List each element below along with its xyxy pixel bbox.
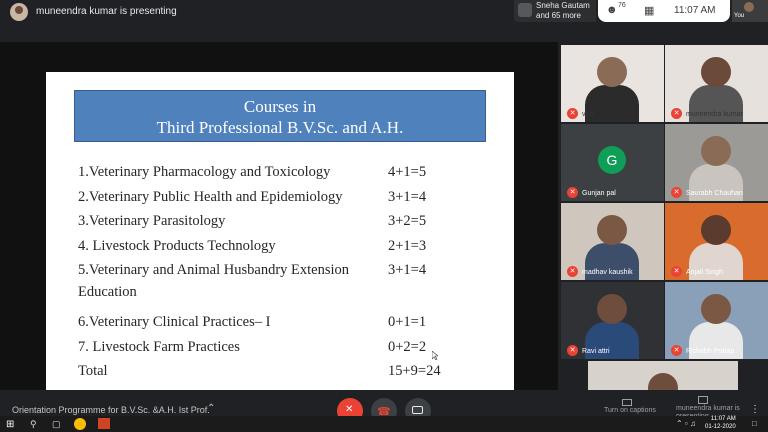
people-count-badge: 76 (618, 2, 626, 9)
participants-chip[interactable]: Sneha Gautam and 65 more (514, 0, 596, 22)
mic-off-icon: ✕ (567, 187, 578, 198)
course-label: 4. Livestock Products Technology (78, 238, 276, 254)
mic-off-icon: ✕ (567, 108, 578, 119)
participant-tile[interactable]: ✕ Anjali Singh (665, 203, 768, 280)
participant-name: Ravi attri (582, 348, 610, 355)
self-label: You (734, 13, 745, 19)
presenter-avatar (10, 3, 28, 21)
participants-more: and 65 more (536, 11, 581, 20)
course-label: 2.Veterinary Public Health and Epidemiol… (78, 189, 343, 205)
participant-head (701, 136, 731, 166)
notifications-icon[interactable]: □ (752, 419, 757, 428)
slide-title-line1: Courses in (243, 97, 317, 116)
course-credits: 0+1=1 (388, 314, 427, 330)
participant-tile[interactable]: ✕ muneendra kumar (665, 45, 768, 122)
chrome-icon[interactable] (74, 418, 86, 430)
camera-icon (412, 406, 423, 414)
mic-off-icon: ✕ (671, 266, 682, 277)
presenting-status-text: muneendra kumar is presenting (36, 6, 177, 17)
clock-time: 11:07 AM (710, 416, 736, 422)
participant-head (597, 294, 627, 324)
clock-date: 01-12-2020 (705, 424, 736, 430)
participant-head (597, 215, 627, 245)
mic-off-icon: ✕ (567, 266, 578, 277)
participant-name: Rishabh Pratap (686, 348, 735, 355)
course-credits: 4+1=5 (388, 164, 427, 180)
mic-off-icon: ✕ (345, 404, 354, 415)
more-options-icon[interactable]: ⋮ (750, 404, 760, 415)
course-credits: 2+1=3 (388, 238, 427, 254)
total-label: Total (78, 363, 108, 379)
course-credits: 3+2=5 (388, 213, 427, 229)
course-label: 7. Livestock Farm Practices (78, 339, 240, 355)
participant-thumbnail (518, 3, 532, 17)
participants-name: Sneha Gautam (536, 1, 590, 10)
mic-off-icon: ✕ (671, 345, 682, 356)
course-label: 3.Veterinary Parasitology (78, 213, 226, 229)
participant-tile[interactable]: G ✕ Gunjan pal (561, 124, 664, 201)
participant-name: muneendra kumar (686, 111, 743, 118)
slide-title-box: Courses in Third Professional B.V.Sc. an… (74, 90, 486, 142)
course-label: 1.Veterinary Pharmacology and Toxicology (78, 164, 331, 180)
participant-name: vod (582, 111, 594, 118)
meeting-title[interactable]: Orientation Programme for B.V.Sc. &A.H. … (12, 405, 210, 415)
present-now-icon[interactable] (698, 396, 708, 404)
mic-off-icon: ✕ (567, 345, 578, 356)
search-icon[interactable]: ⚲ (30, 419, 37, 430)
participant-tile[interactable]: ✕ vod (561, 45, 664, 122)
captions-label[interactable]: Turn on captions (604, 407, 656, 414)
slide-title-line2: Third Professional B.V.Sc. and A.H. (156, 118, 404, 137)
participant-tile[interactable]: ✕ Ravi attri (561, 282, 664, 359)
participant-tile[interactable]: ✕ madhav kaushik (561, 203, 664, 280)
total-credits: 15+9=24 (388, 363, 441, 379)
course-credits: 3+1=4 (388, 262, 427, 278)
participant-name: Gunjan pal (582, 190, 616, 197)
powerpoint-icon[interactable] (98, 418, 110, 429)
course-credits: 0+2=2 (388, 339, 427, 355)
participant-head (701, 294, 731, 324)
mic-off-icon: ✕ (671, 108, 682, 119)
mouse-cursor-icon (432, 351, 438, 360)
participant-head (701, 57, 731, 87)
windows-taskbar: ⊞ ⚲ ▢ ⌃ ▫ ♫ □ (0, 416, 768, 432)
participant-tile[interactable]: ✕ Rishabh Pratap (665, 282, 768, 359)
participant-head (597, 57, 627, 87)
chat-icon[interactable]: ▦ (644, 4, 654, 17)
shared-slide: Courses in Third Professional B.V.Sc. an… (46, 72, 514, 390)
participant-tile-partial[interactable] (588, 361, 738, 390)
participant-name: Anjali Singh (686, 269, 723, 276)
windows-start-icon[interactable]: ⊞ (6, 419, 14, 430)
participant-tile[interactable]: ✕ Saurabh Chauhan (665, 124, 768, 201)
captions-icon[interactable] (622, 399, 632, 406)
meeting-controls-pill: ☻ 76 ▦ 11:07 AM (598, 0, 730, 22)
meeting-time: 11:07 AM (674, 5, 716, 16)
taskbar-clock[interactable]: 11:07 AM 01-12-2020 (705, 415, 736, 431)
participant-head (648, 373, 678, 390)
mic-off-icon: ✕ (671, 187, 682, 198)
course-label: 6.Veterinary Clinical Practices– I (78, 314, 271, 330)
participant-avatar: G (598, 146, 626, 174)
participant-name: madhav kaushik (582, 269, 633, 276)
participant-grid: ✕ vod ✕ muneendra kumar G ✕ Gunjan pal ✕… (560, 44, 768, 390)
people-icon[interactable]: ☻ (606, 4, 618, 16)
self-video (744, 2, 754, 12)
self-view-tile[interactable]: You (732, 0, 768, 22)
participant-name: Saurabh Chauhan (686, 190, 743, 197)
task-view-icon[interactable]: ▢ (52, 419, 61, 430)
course-label: 5.Veterinary and Animal Husbandry Extens… (78, 262, 350, 278)
chevron-up-icon[interactable]: ⌃ (207, 403, 215, 414)
course-credits: 3+1=4 (388, 189, 427, 205)
participant-head (701, 215, 731, 245)
course-label-continued: Education (78, 284, 137, 300)
system-tray-icons[interactable]: ⌃ ▫ ♫ (676, 419, 696, 428)
